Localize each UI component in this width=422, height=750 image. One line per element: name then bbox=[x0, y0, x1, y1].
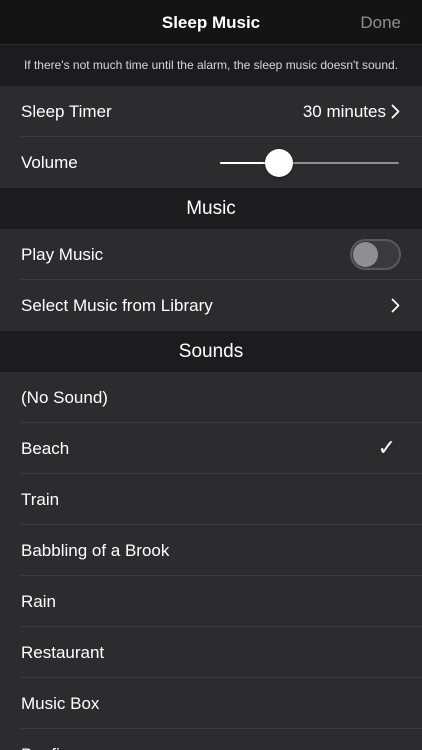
sound-item-label: Babbling of a Brook bbox=[21, 541, 170, 560]
sound-item[interactable]: Rain bbox=[0, 576, 422, 627]
play-music-label: Play Music bbox=[21, 245, 104, 264]
sounds-section-header: Sounds bbox=[0, 331, 422, 372]
play-music-toggle[interactable] bbox=[350, 239, 401, 270]
play-music-row: Play Music bbox=[0, 229, 422, 280]
sound-item[interactable]: Babbling of a Brook bbox=[0, 525, 422, 576]
toggle-knob bbox=[353, 242, 378, 267]
sleep-timer-row[interactable]: Sleep Timer 30 minutes bbox=[0, 86, 422, 137]
volume-label: Volume bbox=[21, 153, 78, 172]
sound-item[interactable]: Train bbox=[0, 474, 422, 525]
volume-slider-thumb[interactable] bbox=[265, 149, 294, 177]
page-title: Sleep Music bbox=[161, 13, 261, 32]
sound-item-label: (No Sound) bbox=[21, 388, 108, 407]
sound-item[interactable]: (No Sound) bbox=[0, 372, 422, 423]
sound-item[interactable]: Restaurant bbox=[0, 627, 422, 678]
select-music-library-label: Select Music from Library bbox=[21, 296, 213, 315]
volume-row: Volume bbox=[0, 137, 422, 188]
sound-item-label: Bonfire bbox=[21, 729, 75, 750]
sleep-timer-label: Sleep Timer bbox=[21, 102, 112, 121]
sound-item[interactable]: Beach ✓ bbox=[0, 423, 422, 474]
done-button[interactable]: Done bbox=[360, 0, 401, 45]
sound-item-label: Train bbox=[21, 490, 60, 509]
navigation-bar: Sleep Music Done bbox=[0, 0, 422, 45]
alarm-notice: If there's not much time until the alarm… bbox=[0, 45, 422, 86]
select-music-library-row[interactable]: Select Music from Library bbox=[0, 280, 422, 331]
sleep-timer-value: 30 minutes bbox=[302, 102, 386, 121]
music-section-header: Music bbox=[0, 188, 422, 229]
sound-item[interactable]: Music Box bbox=[0, 678, 422, 729]
chevron-right-icon bbox=[391, 298, 400, 313]
chevron-right-icon bbox=[391, 104, 400, 119]
sound-item-label: Rain bbox=[21, 592, 56, 611]
sound-item-label: Beach bbox=[21, 439, 70, 458]
volume-slider[interactable] bbox=[220, 162, 399, 164]
checkmark-icon: ✓ bbox=[377, 436, 396, 461]
sound-item-label: Restaurant bbox=[21, 643, 105, 662]
sound-item[interactable]: Bonfire bbox=[0, 729, 422, 750]
sound-item-label: Music Box bbox=[21, 694, 100, 713]
